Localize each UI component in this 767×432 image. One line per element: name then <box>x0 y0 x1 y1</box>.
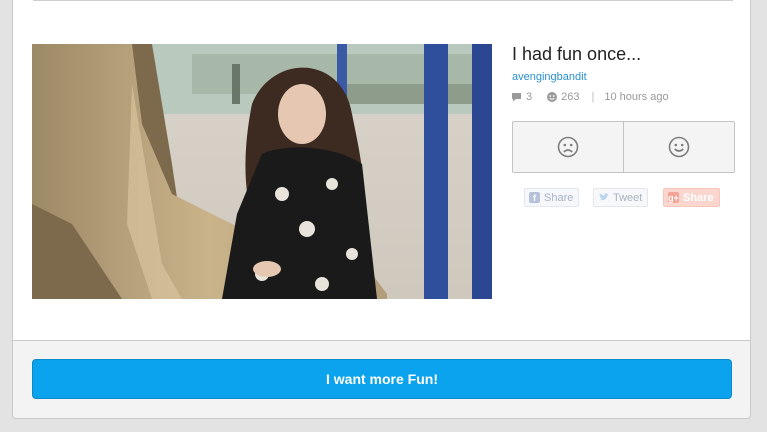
smile-face-icon <box>668 136 690 158</box>
vote-box <box>512 121 735 173</box>
frown-face-icon <box>557 136 579 158</box>
like-button[interactable] <box>623 122 734 172</box>
divider <box>33 0 733 1</box>
facebook-share-label: Share <box>544 191 574 204</box>
dislike-button[interactable] <box>513 122 623 172</box>
comment-icon <box>511 91 523 103</box>
footer-bar: I want more Fun! <box>12 341 751 419</box>
post-photo <box>32 44 492 299</box>
post-time: 10 hours ago <box>604 91 669 103</box>
more-fun-button[interactable]: I want more Fun! <box>32 359 732 399</box>
googleplus-icon: g+ <box>668 192 679 203</box>
author-link[interactable]: avengingbandit <box>512 71 587 83</box>
googleplus-share-button[interactable]: g+ Share <box>663 188 720 207</box>
post-meta: 3 263 | 10 hours ago <box>511 91 669 103</box>
googleplus-share-label: Share <box>683 191 714 204</box>
comment-count: 3 <box>526 91 533 103</box>
twitter-bird-icon <box>598 192 609 203</box>
twitter-share-button[interactable]: Tweet <box>593 188 649 207</box>
post-title[interactable]: I had fun once... <box>512 44 641 65</box>
meta-separator: | <box>591 91 595 103</box>
view-count: 263 <box>561 91 580 103</box>
facebook-share-button[interactable]: f Share <box>524 188 580 207</box>
facebook-icon: f <box>529 192 540 203</box>
twitter-share-label: Tweet <box>613 191 643 204</box>
post-image[interactable] <box>32 44 492 299</box>
views-face-icon <box>546 91 558 103</box>
